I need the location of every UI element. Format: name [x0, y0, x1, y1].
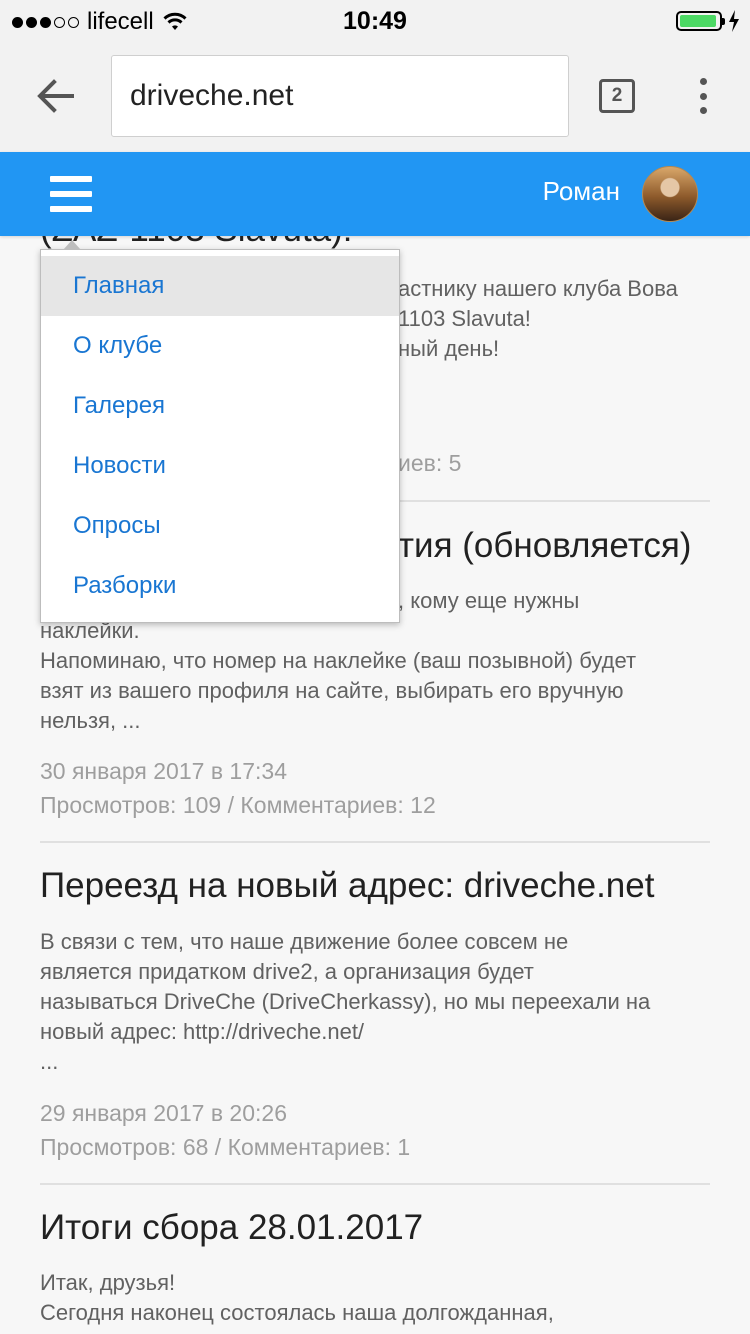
battery-icon	[676, 11, 725, 31]
divider	[40, 841, 710, 843]
menu-item-news[interactable]: Новости	[41, 436, 399, 496]
news-excerpt: наклейки. Напоминаю, что номер на наклей…	[40, 616, 710, 736]
excerpt-line: ...	[40, 1049, 59, 1074]
excerpt-line: Сегодня наконец состоялась наша долгожда…	[40, 1300, 554, 1325]
divider	[40, 1183, 710, 1185]
news-meta: 29 января 2017 в 20:26 Просмотров: 68 / …	[40, 1096, 710, 1164]
news-excerpt-visible: , кому еще нужны	[398, 586, 718, 616]
status-right	[676, 10, 740, 32]
news-title[interactable]: Переезд на новый адрес: driveche.net	[40, 864, 710, 908]
excerpt-line: 1103 Slavuta!	[398, 306, 531, 331]
more-options-icon[interactable]	[694, 78, 712, 114]
news-stats: иев: 5	[398, 450, 462, 476]
url-bar[interactable]: driveche.net	[111, 55, 569, 137]
status-bar: lifecell 10:49	[0, 0, 750, 40]
charging-bolt-icon	[729, 10, 739, 32]
menu-pointer	[63, 240, 81, 250]
news-stats: Просмотров: 68 / Комментариев: 1	[40, 1134, 411, 1160]
excerpt-line: В связи с тем, что наше движение более с…	[40, 929, 569, 954]
user-name[interactable]: Роман	[543, 176, 620, 207]
menu-item-polls[interactable]: Опросы	[41, 496, 399, 556]
browser-toolbar: driveche.net 2	[0, 40, 750, 152]
hamburger-menu-icon[interactable]	[50, 176, 92, 212]
news-stats: Просмотров: 109 / Комментариев: 12	[40, 792, 436, 818]
news-title[interactable]: тия (обновляется)	[398, 524, 718, 568]
avatar[interactable]	[642, 166, 698, 222]
menu-item-about[interactable]: О клубе	[41, 316, 399, 376]
excerpt-line: является придатком drive2, а организация…	[40, 959, 534, 984]
back-arrow-icon	[37, 79, 74, 113]
menu-item-gallery[interactable]: Галерея	[41, 376, 399, 436]
news-date: 29 января 2017 в 20:26	[40, 1100, 287, 1126]
news-title[interactable]: Итоги сбора 28.01.2017	[40, 1206, 710, 1250]
excerpt-line: Напоминаю, что номер на наклейке (ваш по…	[40, 648, 637, 673]
excerpt-line: ный день!	[398, 336, 500, 361]
news-item[interactable]: Переезд на новый адрес: driveche.net	[40, 864, 710, 908]
excerpt-line: называться DriveChe (DriveCherkassy), но…	[40, 989, 651, 1014]
excerpt-line: новый адрес: http://driveche.net/	[40, 1019, 365, 1044]
news-meta-partial: иев: 5	[398, 446, 598, 480]
news-excerpt: Итак, друзья! Сегодня наконец состоялась…	[40, 1268, 710, 1328]
news-item[interactable]: Итоги сбора 28.01.2017	[40, 1206, 710, 1250]
app-header: Роман	[0, 152, 750, 236]
excerpt-line: взят из вашего профиля на сайте, выбират…	[40, 678, 624, 703]
tab-switcher-button[interactable]: 2	[599, 79, 635, 113]
news-excerpt-visible: астнику нашего клуба Вова 1103 Slavuta! …	[398, 274, 718, 364]
excerpt-line: Итак, друзья!	[40, 1270, 176, 1295]
news-excerpt: В связи с тем, что наше движение более с…	[40, 927, 710, 1077]
excerpt-line: , кому еще нужны	[398, 588, 580, 613]
news-meta: 30 января 2017 в 17:34 Просмотров: 109 /…	[40, 754, 710, 822]
excerpt-line: астнику нашего клуба Вова	[398, 276, 678, 301]
menu-item-breakdowns[interactable]: Разборки	[41, 556, 399, 616]
status-time: 10:49	[343, 7, 407, 35]
menu-item-home[interactable]: Главная	[41, 256, 399, 316]
battery-level	[680, 15, 717, 27]
news-date: 30 января 2017 в 17:34	[40, 758, 287, 784]
back-button[interactable]	[34, 74, 78, 118]
news-item[interactable]: тия (обновляется)	[398, 524, 718, 568]
nav-dropdown-menu: Главная О клубе Галерея Новости Опросы Р…	[40, 240, 400, 623]
excerpt-line: нельзя, ...	[40, 708, 141, 733]
